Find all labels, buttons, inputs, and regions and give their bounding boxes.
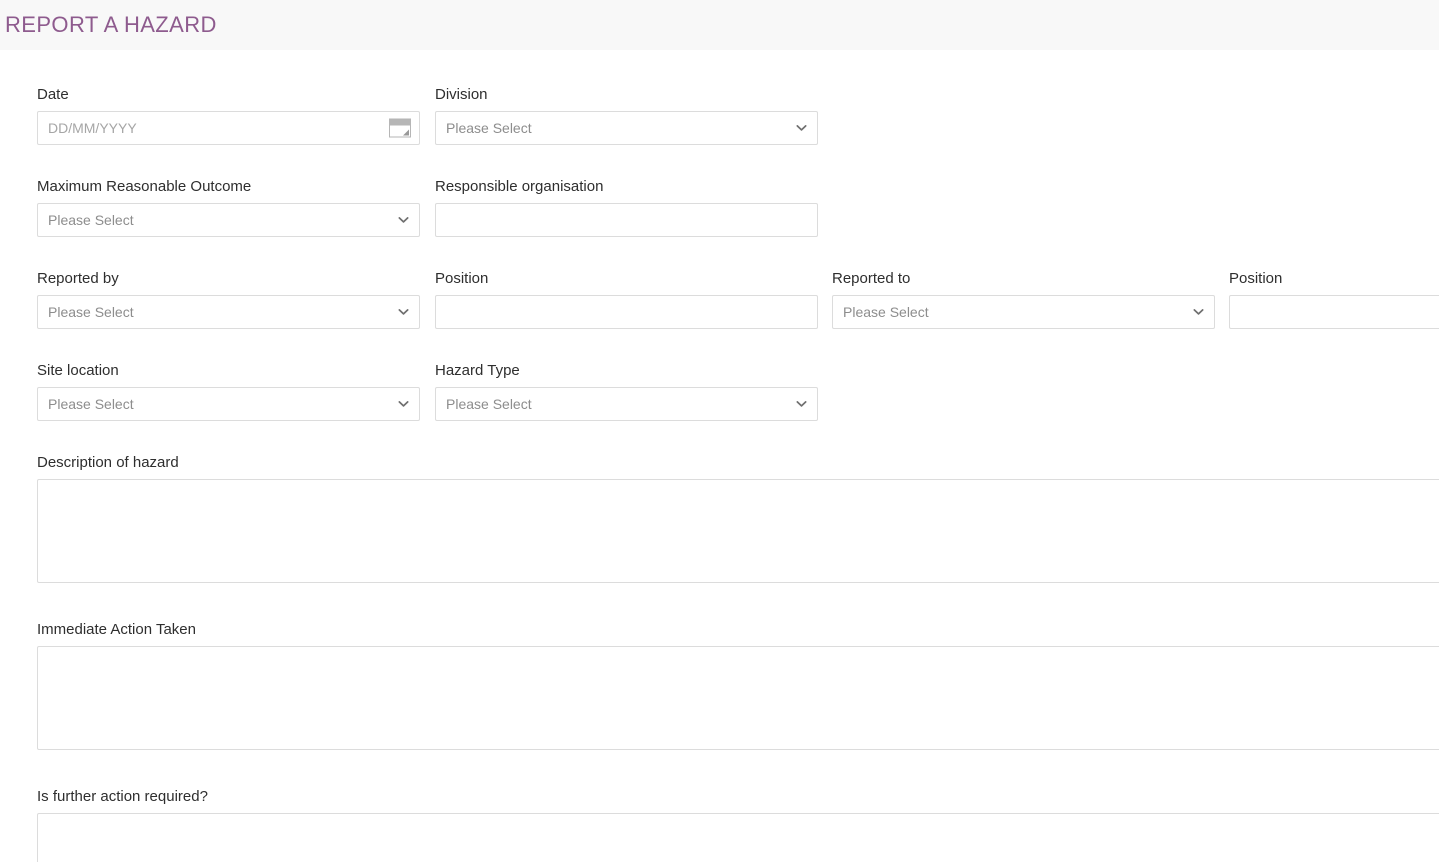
position-reported-by-input[interactable]: [435, 295, 818, 329]
field-label-is-further-action-required: Is further action required?: [37, 788, 208, 805]
hazard-report-form: Date Division Please Select Maximum Reas…: [0, 50, 1439, 862]
reported-to-select-wrapper: Please Select: [832, 295, 1215, 329]
field-hazard-type: Hazard Type Please Select: [435, 362, 818, 421]
field-immediate-action-taken: Immediate Action Taken: [37, 621, 1439, 750]
field-reported-to: Reported to Please Select: [832, 270, 1215, 329]
field-label-site-location: Site location: [37, 362, 119, 379]
field-label-maximum-reasonable-outcome: Maximum Reasonable Outcome: [37, 178, 252, 195]
maximum-reasonable-outcome-select-wrapper: Please Select: [37, 203, 420, 237]
site-location-select[interactable]: Please Select: [37, 387, 420, 421]
field-label-reported-by: Reported by: [37, 270, 119, 287]
field-responsible-organisation: Responsible organisation: [435, 178, 818, 237]
field-label-date: Date: [37, 86, 69, 103]
field-label-responsible-organisation: Responsible organisation: [435, 178, 604, 195]
reported-by-select-wrapper: Please Select: [37, 295, 420, 329]
field-division: Division Please Select: [435, 86, 818, 145]
date-input-wrapper: [37, 111, 420, 145]
field-label-reported-to: Reported to: [832, 270, 911, 287]
field-label-position-reported-to: Position: [1229, 270, 1283, 287]
field-label-description-of-hazard: Description of hazard: [37, 454, 179, 471]
site-location-select-wrapper: Please Select: [37, 387, 420, 421]
immediate-action-taken-textarea[interactable]: [37, 646, 1439, 750]
field-is-further-action-required: Is further action required?: [37, 788, 1439, 862]
field-maximum-reasonable-outcome: Maximum Reasonable Outcome Please Select: [37, 178, 420, 237]
reported-to-select[interactable]: Please Select: [832, 295, 1215, 329]
hazard-type-select[interactable]: Please Select: [435, 387, 818, 421]
page-title: REPORT A HAZARD: [5, 12, 217, 37]
field-label-immediate-action-taken: Immediate Action Taken: [37, 621, 196, 638]
date-input[interactable]: [37, 111, 420, 145]
reported-by-select[interactable]: Please Select: [37, 295, 420, 329]
division-select[interactable]: Please Select: [435, 111, 818, 145]
maximum-reasonable-outcome-select[interactable]: Please Select: [37, 203, 420, 237]
field-date: Date: [37, 86, 420, 145]
field-position-reported-by: Position: [435, 270, 818, 329]
field-position-reported-to: Position: [1229, 270, 1439, 329]
responsible-organisation-input[interactable]: [435, 203, 818, 237]
hazard-type-select-wrapper: Please Select: [435, 387, 818, 421]
field-description-of-hazard: Description of hazard: [37, 454, 1439, 583]
field-site-location: Site location Please Select: [37, 362, 420, 421]
position-reported-to-input[interactable]: [1229, 295, 1439, 329]
page-header: REPORT A HAZARD: [0, 0, 1439, 50]
field-label-position-reported-by: Position: [435, 270, 489, 287]
field-label-hazard-type: Hazard Type: [435, 362, 520, 379]
description-of-hazard-textarea[interactable]: [37, 479, 1439, 583]
is-further-action-required-textarea[interactable]: [37, 813, 1439, 862]
field-label-division: Division: [435, 86, 488, 103]
field-reported-by: Reported by Please Select: [37, 270, 420, 329]
division-select-wrapper: Please Select: [435, 111, 818, 145]
